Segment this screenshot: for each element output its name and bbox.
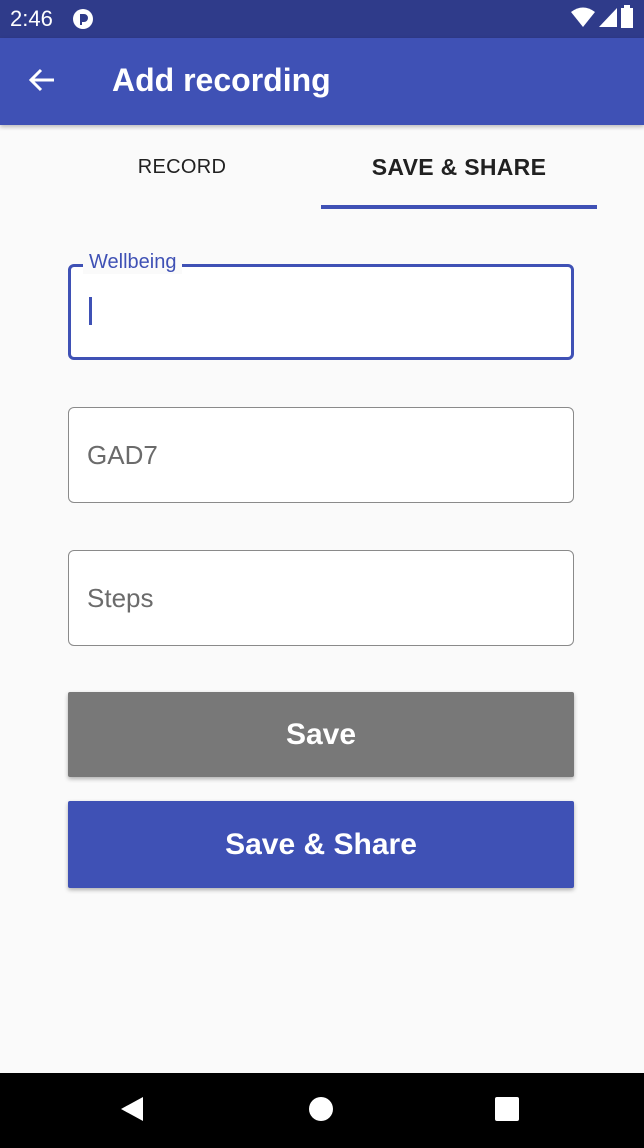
- nav-back-button[interactable]: [112, 1091, 152, 1131]
- save-share-button[interactable]: Save & Share: [68, 801, 574, 888]
- tab-save-share[interactable]: SAVE & SHARE: [321, 125, 597, 209]
- gad7-field[interactable]: [68, 407, 574, 503]
- recents-square-icon: [494, 1096, 520, 1127]
- notification-app-icon: [72, 8, 94, 30]
- system-nav-bar: [0, 1073, 644, 1148]
- gad7-input[interactable]: [87, 408, 557, 502]
- arrow-left-icon: [28, 66, 56, 99]
- back-triangle-icon: [119, 1096, 145, 1127]
- steps-field[interactable]: [68, 550, 574, 646]
- save-button[interactable]: Save: [68, 692, 574, 777]
- wellbeing-field[interactable]: Wellbeing: [68, 251, 574, 360]
- nav-recents-button[interactable]: [487, 1091, 527, 1131]
- status-bar: 2:46: [0, 0, 644, 38]
- status-time: 2:46: [10, 6, 53, 31]
- tab-selected-indicator: [321, 205, 597, 209]
- battery-icon: [620, 4, 634, 34]
- wellbeing-input[interactable]: [89, 267, 559, 357]
- wifi-icon: [570, 6, 596, 33]
- page-title: Add recording: [112, 62, 331, 98]
- steps-input[interactable]: [87, 551, 557, 645]
- home-circle-icon: [308, 1096, 334, 1127]
- tab-bar: RECORD SAVE & SHARE: [44, 125, 597, 209]
- cell-signal-icon: [598, 6, 618, 33]
- nav-home-button[interactable]: [301, 1091, 341, 1131]
- status-icons: [570, 4, 634, 34]
- app-bar: Add recording: [0, 38, 644, 125]
- back-button[interactable]: [20, 60, 64, 104]
- tab-record[interactable]: RECORD: [44, 125, 320, 209]
